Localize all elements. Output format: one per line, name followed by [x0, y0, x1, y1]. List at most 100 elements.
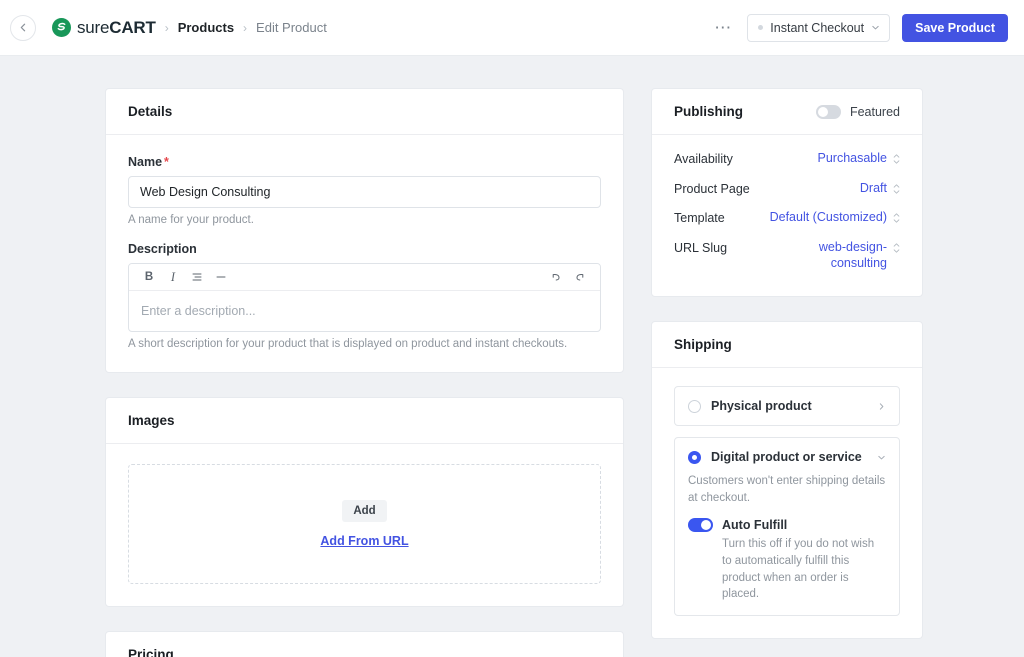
availability-value: Purchasable — [818, 151, 888, 167]
publishing-row-url-slug[interactable]: URL Slug web-design-consulting — [674, 233, 900, 278]
auto-fulfill-description: Turn this off if you do not wish to auto… — [722, 536, 886, 603]
physical-option-header: Physical product — [688, 399, 886, 413]
publishing-row-availability[interactable]: Availability Purchasable — [674, 151, 900, 174]
main-column: Details Name* A name for your product. D… — [105, 88, 624, 657]
arrow-left-icon — [18, 22, 29, 33]
add-from-url-link[interactable]: Add From URL — [320, 534, 408, 548]
brand-bold-text: CART — [109, 19, 155, 36]
physical-radio[interactable] — [688, 400, 701, 413]
back-button[interactable] — [10, 15, 36, 41]
shipping-card-body: Physical product Digital product or serv… — [652, 368, 922, 638]
digital-option-label: Digital product or service — [711, 450, 862, 464]
bullet-list-button[interactable] — [186, 267, 208, 288]
auto-fulfill-block: Auto Fulfill Turn this off if you do not… — [688, 518, 886, 603]
shipping-card-header: Shipping — [652, 322, 922, 368]
brand-wordmark: sureCART — [77, 19, 156, 36]
pricing-title: Pricing — [128, 647, 174, 657]
breadcrumb-products[interactable]: Products — [178, 20, 234, 35]
publishing-card: Publishing Featured Availability Purchas… — [651, 88, 923, 297]
product-page-control[interactable]: Draft — [860, 181, 900, 197]
description-placeholder: Enter a description... — [141, 304, 256, 318]
horizontal-rule-icon — [215, 271, 227, 283]
images-title: Images — [128, 413, 175, 428]
redo-icon — [574, 271, 586, 283]
name-field-label: Name* — [128, 155, 601, 169]
surecart-logo[interactable]: sureCART — [52, 18, 156, 37]
breadcrumb-current: Edit Product — [256, 20, 327, 35]
auto-fulfill-toggle[interactable] — [688, 518, 713, 532]
description-field-label: Description — [128, 242, 601, 256]
editor-toolbar: B I — [129, 264, 600, 291]
availability-label: Availability — [674, 151, 733, 166]
template-value: Default (Customized) — [770, 210, 887, 226]
chevron-right-icon — [877, 402, 886, 411]
chevron-down-icon — [871, 23, 880, 32]
publishing-row-template[interactable]: Template Default (Customized) — [674, 203, 900, 233]
toggle-knob — [818, 107, 828, 117]
template-label: Template — [674, 210, 725, 225]
url-slug-value: web-design-consulting — [795, 240, 887, 271]
name-label-text: Name — [128, 155, 162, 169]
top-bar: sureCART › Products › Edit Product ⋯ Ins… — [0, 0, 1024, 56]
physical-option-label: Physical product — [711, 399, 812, 413]
pricing-card: Pricing Set up pricing for your product. — [105, 631, 624, 657]
list-icon — [191, 271, 203, 283]
digital-product-option[interactable]: Digital product or service Customers won… — [674, 437, 900, 616]
availability-control[interactable]: Purchasable — [818, 151, 901, 167]
image-dropzone[interactable]: Add Add From URL — [128, 464, 601, 584]
add-image-button[interactable]: Add — [342, 500, 386, 522]
shipping-card: Shipping Physical product — [651, 321, 923, 639]
details-card-header: Details — [106, 89, 623, 135]
digital-radio[interactable] — [688, 451, 701, 464]
pricing-card-header: Pricing — [106, 632, 623, 657]
horizontal-rule-button[interactable] — [210, 267, 232, 288]
shipping-title: Shipping — [674, 337, 732, 352]
top-bar-actions: ⋯ Instant Checkout Save Product — [711, 14, 1008, 42]
publishing-card-body: Availability Purchasable Product Page Dr… — [652, 135, 922, 296]
stepper-icon — [893, 151, 900, 164]
stepper-icon — [893, 240, 900, 253]
brand-light-text: sure — [77, 19, 109, 36]
toggle-knob — [701, 520, 711, 530]
save-product-button[interactable]: Save Product — [902, 14, 1008, 42]
more-options-icon[interactable]: ⋯ — [711, 19, 735, 37]
instant-checkout-label: Instant Checkout — [770, 21, 864, 35]
images-card-body: Add Add From URL — [106, 444, 623, 606]
details-card-body: Name* A name for your product. Descripti… — [106, 135, 623, 372]
product-page-label: Product Page — [674, 181, 750, 196]
description-editor: B I — [128, 263, 601, 332]
stepper-icon — [893, 181, 900, 194]
instant-checkout-selector[interactable]: Instant Checkout — [747, 14, 890, 42]
images-card-header: Images — [106, 398, 623, 444]
description-textarea[interactable]: Enter a description... — [129, 291, 600, 331]
details-card: Details Name* A name for your product. D… — [105, 88, 624, 373]
name-input[interactable] — [128, 176, 601, 208]
template-control[interactable]: Default (Customized) — [770, 210, 900, 226]
auto-fulfill-label: Auto Fulfill — [722, 518, 787, 532]
details-title: Details — [128, 104, 172, 119]
digital-option-description: Customers won't enter shipping details a… — [688, 473, 886, 506]
description-help-text: A short description for your product tha… — [128, 338, 601, 350]
side-column: Publishing Featured Availability Purchas… — [651, 88, 923, 657]
featured-toggle-wrap[interactable]: Featured — [816, 105, 900, 119]
product-page-value: Draft — [860, 181, 887, 197]
undo-button[interactable] — [545, 267, 567, 288]
url-slug-control[interactable]: web-design-consulting — [795, 240, 900, 271]
breadcrumb-separator-1: › — [165, 21, 169, 35]
physical-product-option[interactable]: Physical product — [674, 386, 900, 426]
redo-button[interactable] — [569, 267, 591, 288]
name-help-text: A name for your product. — [128, 214, 601, 226]
publishing-title: Publishing — [674, 104, 743, 119]
images-card: Images Add Add From URL — [105, 397, 624, 607]
bold-button[interactable]: B — [138, 267, 160, 288]
surecart-mark-icon — [52, 18, 71, 37]
italic-button[interactable]: I — [162, 267, 184, 288]
featured-toggle[interactable] — [816, 105, 841, 119]
url-slug-label: URL Slug — [674, 240, 727, 255]
publishing-card-header: Publishing Featured — [652, 89, 922, 135]
publishing-row-product-page[interactable]: Product Page Draft — [674, 174, 900, 204]
page-content: Details Name* A name for your product. D… — [0, 56, 1024, 657]
auto-fulfill-toggle-wrap[interactable]: Auto Fulfill — [688, 518, 886, 532]
featured-label: Featured — [850, 105, 900, 119]
undo-icon — [550, 271, 562, 283]
